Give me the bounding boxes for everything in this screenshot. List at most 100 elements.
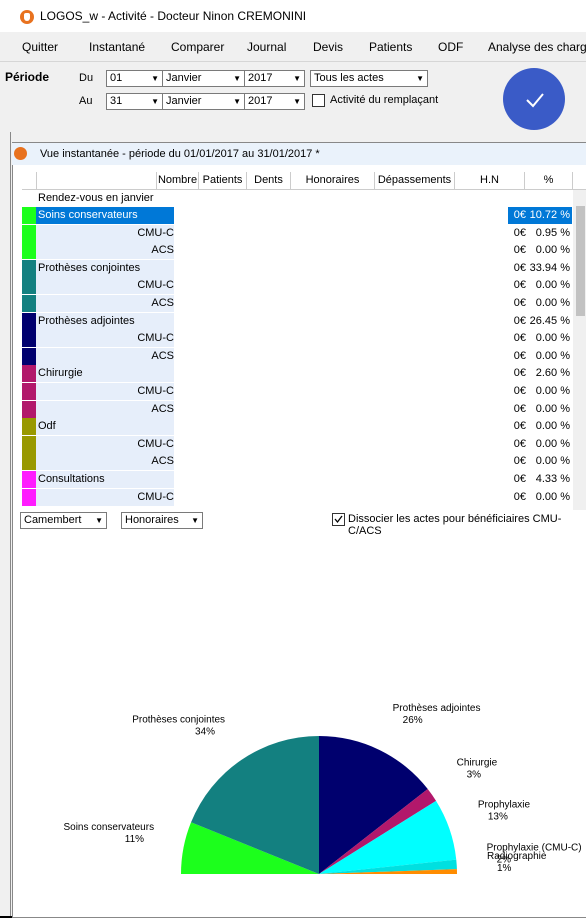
- row-hn-value: 0€: [513, 402, 526, 415]
- pie-label-name: Prothèses adjointes: [393, 703, 481, 714]
- window-title: LOGOS_w - Activité - Docteur Ninon CREMO…: [40, 9, 307, 23]
- remplacant-label: Activité du remplaçant: [330, 94, 439, 106]
- au-day-select[interactable]: 31 ▼: [106, 93, 163, 110]
- col-pct[interactable]: %: [525, 172, 573, 189]
- table-row[interactable]: Odf 0€ 0.00 %: [22, 418, 572, 436]
- au-label: Au: [79, 95, 93, 107]
- dissocier-checkbox[interactable]: [332, 513, 345, 526]
- table-row[interactable]: Prothèses conjointes 0€ 33.94 %: [22, 259, 572, 277]
- pie-label-name: Prophylaxie: [478, 799, 531, 810]
- actes-select[interactable]: Tous les actes ▼: [310, 70, 428, 87]
- row-color-swatch: [22, 277, 36, 295]
- row-label: Soins conservateurs: [38, 209, 138, 221]
- pie-label-name: Radiographie: [487, 851, 547, 862]
- row-percent-value: 26.45 %: [529, 314, 570, 327]
- row-hn-value: 0€: [513, 297, 526, 309]
- table-row[interactable]: CMU-C 0€ 0.95 %: [22, 224, 572, 242]
- row-percent-value: 0.00 %: [535, 385, 570, 397]
- pie-label-percent: 26%: [403, 715, 423, 726]
- menu-analyse-des-charges[interactable]: Analyse des charges: [488, 40, 586, 54]
- menu-journal[interactable]: Journal: [247, 40, 286, 54]
- menu-odf[interactable]: ODF: [438, 40, 463, 54]
- au-year-select[interactable]: 2017 ▼: [244, 93, 305, 110]
- chevron-down-icon: ▼: [191, 516, 199, 525]
- row-hn-value: 0€: [513, 473, 526, 485]
- table-row[interactable]: ACS 0€ 0.00 %: [22, 453, 572, 471]
- table-row[interactable]: Chirurgie 0€ 2.60 %: [22, 365, 572, 383]
- table-row[interactable]: ACS 0€ 0.00 %: [22, 400, 572, 418]
- row-label: ACS: [151, 349, 174, 362]
- row-hn-value: 0€: [513, 332, 526, 345]
- menu-instantane[interactable]: Instantané: [89, 40, 145, 54]
- chart-type-select[interactable]: Camembert ▼: [20, 512, 107, 529]
- row-label: Rendez-vous en janvier: [38, 192, 154, 204]
- row-color-swatch: [22, 347, 36, 365]
- table-row[interactable]: CMU-C 0€ 0.00 %: [22, 330, 572, 348]
- row-hn-value: 0€: [513, 279, 526, 292]
- chevron-down-icon: ▼: [95, 516, 103, 525]
- chevron-down-icon: ▼: [233, 74, 241, 83]
- col-depassements[interactable]: Dépassements: [375, 172, 455, 189]
- row-hn-value: 0€: [513, 349, 526, 362]
- du-month-select[interactable]: Janvier ▼: [162, 70, 245, 87]
- au-month-select[interactable]: Janvier ▼: [162, 93, 245, 110]
- row-label: Prothèses adjointes: [38, 314, 135, 327]
- table-row[interactable]: CMU-C 0€ 0.00 %: [22, 383, 572, 400]
- row-label: CMU-C: [137, 332, 174, 345]
- pie-label-percent: 11%: [125, 834, 144, 845]
- table-row[interactable]: Consultations 0€ 4.33 %: [22, 471, 572, 488]
- du-label: Du: [79, 72, 94, 84]
- row-color-swatch: [22, 312, 36, 330]
- menu-devis[interactable]: Devis: [313, 40, 343, 54]
- menu-patients[interactable]: Patients: [369, 40, 412, 54]
- row-color-swatch: [22, 224, 36, 242]
- chart-controls: Camembert ▼ Honoraires ▼ Dissocier les act…: [20, 512, 586, 537]
- chart-value-select[interactable]: Honoraires ▼: [121, 512, 203, 529]
- table-row[interactable]: CMU-C 0€ 0.00 %: [22, 488, 572, 506]
- scrollbar-thumb[interactable]: [576, 206, 585, 316]
- chevron-down-icon: ▼: [233, 97, 241, 106]
- col-honoraires[interactable]: Honoraires: [291, 172, 375, 189]
- pie-label-name: Prothèses conjointes: [132, 715, 225, 726]
- row-percent-value: 0.00 %: [535, 437, 570, 450]
- table-row[interactable]: CMU-C 0€ 0.00 %: [22, 277, 572, 295]
- pie-label-percent: 1%: [497, 863, 512, 874]
- panel-title-bar: Vue instantanée - période du 01/01/2017 …: [12, 143, 586, 165]
- col-nombre[interactable]: Nombre: [157, 172, 199, 189]
- row-hn-value: 0€: [513, 261, 526, 274]
- row-color-swatch: [22, 365, 36, 383]
- col-patients[interactable]: Patients: [199, 172, 247, 189]
- validate-button[interactable]: [503, 68, 565, 130]
- table-row[interactable]: ACS 0€ 0.00 %: [22, 347, 572, 365]
- col-hn[interactable]: H.N: [455, 172, 525, 189]
- chevron-down-icon: ▼: [151, 74, 159, 83]
- row-percent-value: 0.00 %: [535, 420, 570, 433]
- row-percent-value: 0.95 %: [535, 226, 570, 239]
- table-row[interactable]: CMU-C 0€ 0.00 %: [22, 435, 572, 453]
- table-row[interactable]: Soins conservateurs 0€ 10.72 %: [22, 207, 572, 224]
- row-hn-value: 0€: [513, 455, 526, 468]
- row-label: CMU-C: [137, 226, 174, 239]
- row-color-swatch: [22, 295, 36, 312]
- row-percent-value: 4.33 %: [535, 473, 570, 485]
- row-label: ACS: [151, 297, 174, 309]
- table-row-rendez-vous[interactable]: Rendez-vous en janvier: [22, 190, 572, 207]
- row-label: CMU-C: [137, 490, 174, 503]
- du-year-select[interactable]: 2017 ▼: [244, 70, 305, 87]
- du-day-select[interactable]: 01 ▼: [106, 70, 163, 87]
- menu-comparer[interactable]: Comparer: [171, 40, 224, 54]
- table-row[interactable]: ACS 0€ 0.00 %: [22, 242, 572, 260]
- row-hn-value: 0€: [513, 209, 526, 221]
- table-row[interactable]: Prothèses adjointes 0€ 26.45 %: [22, 312, 572, 330]
- pie-label-percent: 34%: [195, 727, 215, 738]
- row-percent-value: 0.00 %: [535, 244, 570, 257]
- menu-quitter[interactable]: Quitter: [22, 40, 58, 54]
- row-percent-value: 0.00 %: [535, 455, 570, 468]
- remplacant-checkbox[interactable]: [312, 94, 325, 107]
- period-toolbar: Période Du Au 01 ▼ Janvier ▼ 2017 ▼ 31 ▼ Jan…: [0, 61, 586, 126]
- col-dents[interactable]: Dents: [247, 172, 291, 189]
- row-percent-value: 0.00 %: [535, 490, 570, 503]
- row-percent-value: 0.00 %: [535, 402, 570, 415]
- table-row[interactable]: ACS 0€ 0.00 %: [22, 295, 572, 312]
- header-label-cell: [37, 172, 157, 189]
